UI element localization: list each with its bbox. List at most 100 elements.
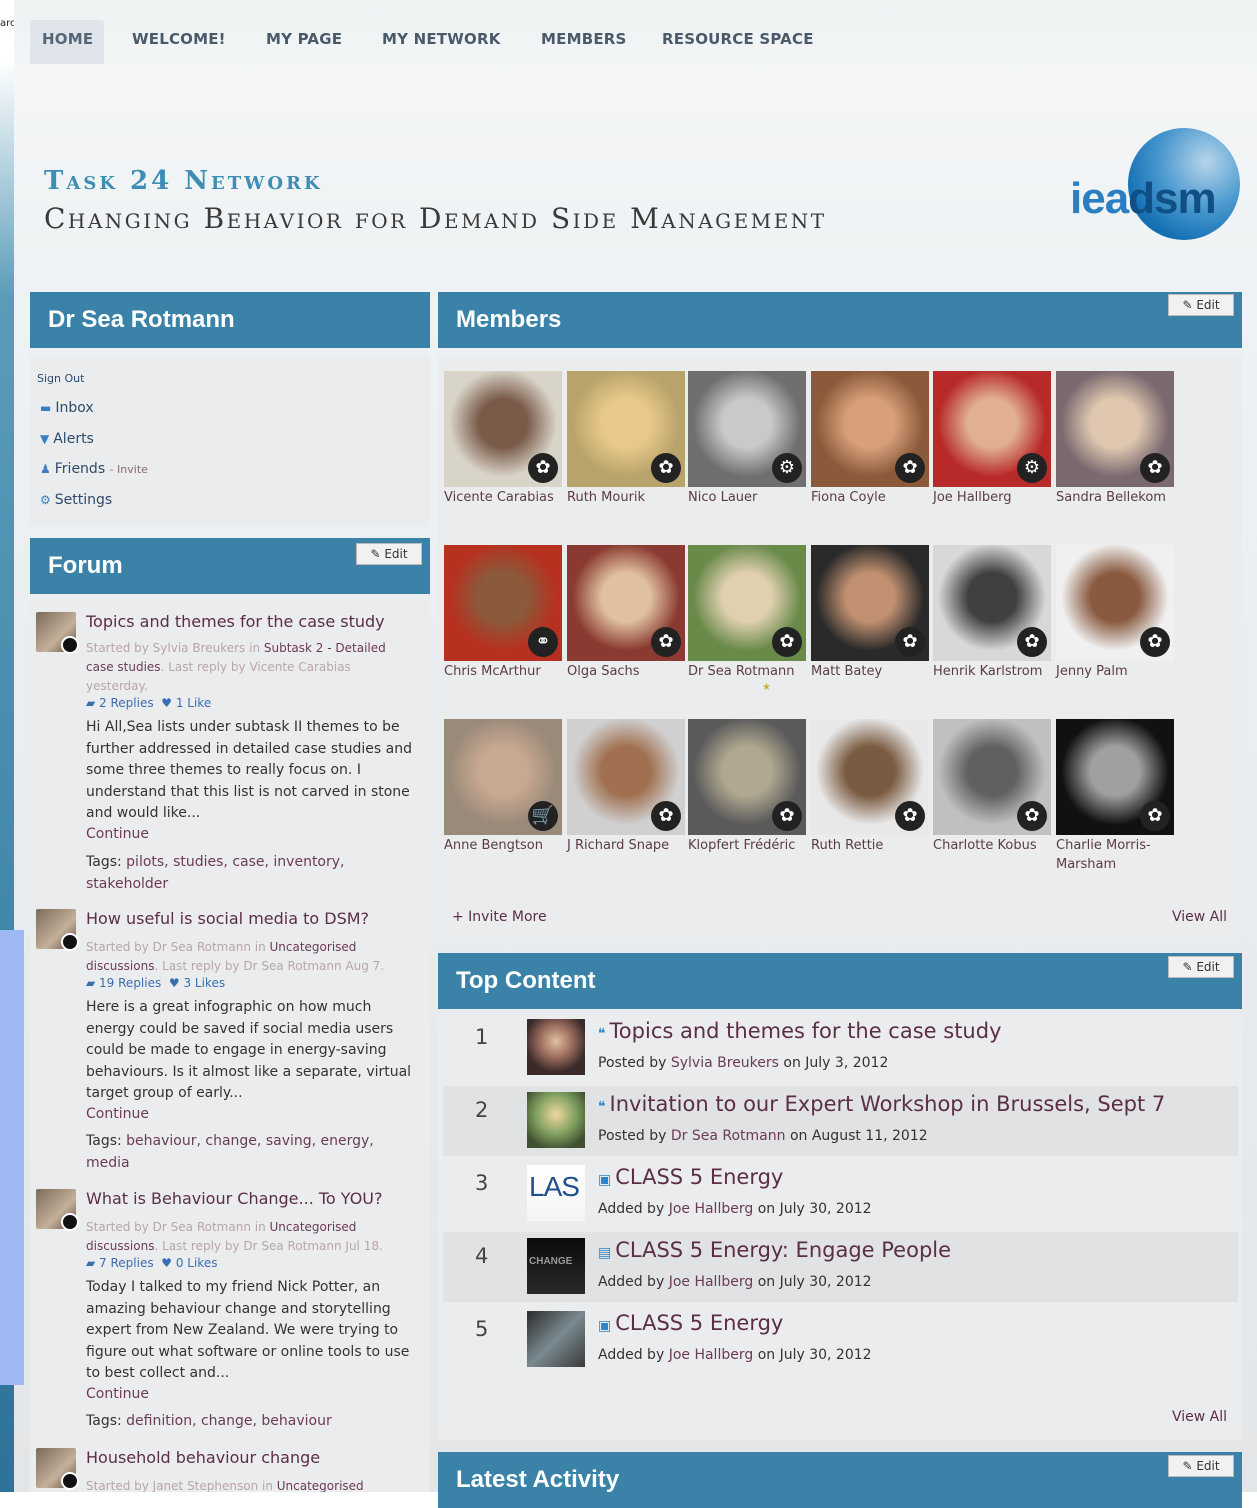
member-photo[interactable]: ✿	[567, 545, 685, 661]
member-name[interactable]: Chris McArthur	[444, 662, 562, 681]
top-content-edit-button[interactable]: ✎ Edit	[1168, 956, 1234, 978]
tags-values[interactable]: definition, change, behaviour	[126, 1413, 332, 1429]
nav-my-page[interactable]: MY PAGE	[266, 30, 342, 48]
member-card[interactable]: ✿ Olga Sachs	[567, 545, 685, 681]
members-edit-button[interactable]: ✎ Edit	[1168, 294, 1234, 316]
member-name[interactable]: Anne Bengtson	[444, 836, 562, 855]
thread-title[interactable]: Household behaviour change	[86, 1448, 320, 1467]
thread-title[interactable]: How useful is social media to DSM?	[86, 909, 369, 928]
member-card[interactable]: ✿ Sandra Bellekom	[1056, 371, 1174, 507]
nav-my-network[interactable]: MY NETWORK	[382, 30, 501, 48]
sign-out-link[interactable]: Sign Out	[37, 372, 84, 385]
byline-author[interactable]: Joe Hallberg	[669, 1201, 754, 1217]
profile-name[interactable]: Dr Sea Rotmann	[48, 306, 235, 334]
member-photo[interactable]: ✿	[933, 719, 1051, 835]
content-title[interactable]: ▣ CLASS 5 Energy	[598, 1311, 783, 1335]
member-card[interactable]: ⚭ Chris McArthur	[444, 545, 562, 681]
member-name[interactable]: Jenny Palm	[1056, 662, 1174, 681]
content-title[interactable]: ❝ Topics and themes for the case study	[598, 1019, 1002, 1043]
likes-count[interactable]: 1 Like	[176, 696, 211, 710]
member-card[interactable]: ✿ Charlie Morris-Marsham	[1056, 719, 1174, 874]
nav-welcome[interactable]: WELCOME!	[132, 30, 226, 48]
continue-link[interactable]: Continue	[86, 1106, 149, 1122]
member-card[interactable]: ✿ Henrik Karlstrom	[933, 545, 1051, 681]
member-name[interactable]: Fiona Coyle	[811, 488, 929, 507]
member-card[interactable]: ✿ Klopfert Frédéric	[688, 719, 806, 855]
likes-count[interactable]: 3 Likes	[183, 976, 225, 990]
member-photo[interactable]: ✿	[811, 371, 929, 487]
ieadsm-logo[interactable]: ieadsm	[1070, 128, 1242, 240]
byline-author[interactable]: Sylvia Breukers	[671, 1055, 779, 1071]
member-card[interactable]: ✿ Jenny Palm	[1056, 545, 1174, 681]
friends-link[interactable]: ♟ Friends - Invite	[40, 461, 148, 477]
byline-author[interactable]: Joe Hallberg	[669, 1347, 754, 1363]
member-photo[interactable]: ✿	[567, 719, 685, 835]
member-name[interactable]: Sandra Bellekom	[1056, 488, 1174, 507]
invite-more-link[interactable]: + Invite More	[452, 909, 547, 925]
meta-category[interactable]: Uncategorised	[277, 1479, 364, 1492]
member-name[interactable]: Joe Hallberg	[933, 488, 1051, 507]
member-photo[interactable]: ⚙	[688, 371, 806, 487]
content-thumbnail[interactable]	[527, 1019, 585, 1075]
replies-count[interactable]: 19 Replies	[99, 976, 161, 990]
tags-values[interactable]: pilots, studies, case, inventory, stakeh…	[86, 854, 345, 892]
byline-author[interactable]: Dr Sea Rotmann	[671, 1128, 786, 1144]
members-view-all-link[interactable]: View All	[1172, 909, 1227, 925]
member-photo[interactable]: ✿	[1056, 371, 1174, 487]
continue-link[interactable]: Continue	[86, 1386, 149, 1402]
top-content-view-all-link[interactable]: View All	[1172, 1409, 1227, 1425]
continue-link[interactable]: Continue	[86, 826, 149, 842]
member-photo[interactable]: ⚙	[933, 371, 1051, 487]
member-photo[interactable]: ✿	[933, 545, 1051, 661]
content-thumbnail[interactable]: CHANGE	[527, 1238, 585, 1294]
member-name[interactable]: Olga Sachs	[567, 662, 685, 681]
member-name[interactable]: Vicente Carabias	[444, 488, 562, 507]
avatar[interactable]	[36, 1448, 79, 1490]
avatar[interactable]	[36, 1189, 79, 1231]
thread-title[interactable]: Topics and themes for the case study	[86, 612, 385, 631]
member-photo[interactable]: ✿	[567, 371, 685, 487]
member-name[interactable]: Ruth Mourik	[567, 488, 685, 507]
content-title[interactable]: ▤ CLASS 5 Energy: Engage People	[598, 1238, 951, 1262]
content-thumbnail[interactable]	[527, 1092, 585, 1148]
member-photo[interactable]: ✿	[811, 719, 929, 835]
nav-members[interactable]: MEMBERS	[541, 30, 627, 48]
member-card[interactable]: ✿ J Richard Snape	[567, 719, 685, 855]
member-photo[interactable]: ✿	[1056, 719, 1174, 835]
member-card[interactable]: 🛒 Anne Bengtson	[444, 719, 562, 855]
invite-link[interactable]: - Invite	[110, 463, 148, 476]
member-photo[interactable]: ✿	[1056, 545, 1174, 661]
member-photo[interactable]: ✿	[688, 719, 806, 835]
member-photo[interactable]: 🛒	[444, 719, 562, 835]
member-name[interactable]: Charlotte Kobus	[933, 836, 1051, 855]
member-name[interactable]: Matt Batey	[811, 662, 929, 681]
member-card[interactable]: ✿ Ruth Rettie	[811, 719, 929, 855]
member-photo[interactable]: ⚭	[444, 545, 562, 661]
member-name[interactable]: Charlie Morris-Marsham	[1056, 836, 1174, 874]
member-card[interactable]: ✿ Ruth Mourik	[567, 371, 685, 507]
alerts-link[interactable]: ▼ Alerts	[40, 431, 94, 447]
member-card[interactable]: ⚙ Joe Hallberg	[933, 371, 1051, 507]
forum-edit-button[interactable]: ✎ Edit	[356, 543, 422, 565]
latest-activity-edit-button[interactable]: ✎ Edit	[1168, 1455, 1234, 1477]
member-name[interactable]: J Richard Snape	[567, 836, 685, 855]
byline-author[interactable]: Joe Hallberg	[669, 1274, 754, 1290]
replies-count[interactable]: 2 Replies	[99, 696, 154, 710]
member-card[interactable]: ✿ Fiona Coyle	[811, 371, 929, 507]
tags-values[interactable]: behaviour, change, saving, energy, media	[86, 1133, 374, 1171]
member-name[interactable]: Klopfert Frédéric	[688, 836, 806, 855]
content-thumbnail[interactable]: LAS	[527, 1165, 585, 1221]
member-card[interactable]: ⚙ Nico Lauer	[688, 371, 806, 507]
member-photo[interactable]: ✿	[444, 371, 562, 487]
member-card[interactable]: ✿ Charlotte Kobus	[933, 719, 1051, 855]
inbox-link[interactable]: ▬ Inbox	[40, 400, 94, 416]
thread-title[interactable]: What is Behaviour Change... To YOU?	[86, 1189, 383, 1208]
member-card[interactable]: ✿ Vicente Carabias	[444, 371, 562, 507]
replies-count[interactable]: 7 Replies	[99, 1256, 154, 1270]
avatar[interactable]	[36, 909, 79, 951]
member-name[interactable]: Ruth Rettie	[811, 836, 929, 855]
likes-count[interactable]: 0 Likes	[176, 1256, 218, 1270]
member-name[interactable]: Dr Sea Rotmann	[688, 662, 806, 681]
member-name[interactable]: Henrik Karlstrom	[933, 662, 1051, 681]
content-title[interactable]: ▣ CLASS 5 Energy	[598, 1165, 783, 1189]
